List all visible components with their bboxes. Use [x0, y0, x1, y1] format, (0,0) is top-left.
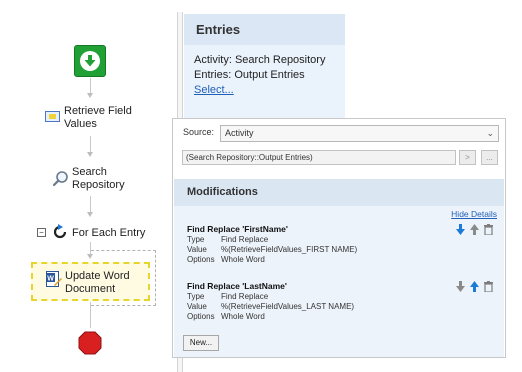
move-down-icon[interactable] [455, 223, 466, 235]
stop-icon[interactable] [78, 331, 102, 360]
options-label: Options [187, 255, 215, 264]
node-label-for-each-entry[interactable]: For Each Entry [72, 227, 162, 240]
options-label: Options [187, 312, 215, 321]
entries-value: Output Entries [234, 69, 305, 81]
modification-item[interactable]: Find Replace 'FirstName' Type Find Replac… [187, 224, 417, 265]
activity-value: Search Repository [234, 54, 326, 66]
options-value: Whole Word [221, 312, 265, 321]
value-value: %(RetrieveFieldValues_FIRST NAME) [221, 245, 358, 254]
activity-label: Activity: [194, 54, 232, 66]
modification-title: Find Replace 'FirstName' [187, 224, 288, 234]
node-label-update-word-document[interactable]: Update Word Document [65, 270, 145, 296]
browse-button[interactable]: ... [481, 150, 498, 165]
options-value: Whole Word [221, 255, 265, 264]
entries-label: Entries: [194, 69, 232, 81]
loop-bracket [91, 305, 156, 306]
delete-icon[interactable] [483, 223, 494, 235]
connector-arrow [87, 254, 93, 259]
value-label: Value [187, 245, 207, 254]
source-label: Source: [183, 127, 215, 137]
source-dropdown[interactable]: Activity ⌄ [220, 125, 499, 142]
modification-title: Find Replace 'LastName' [187, 281, 287, 291]
workflow-canvas: Retrieve Field Values Search Repository … [0, 0, 170, 372]
type-value: Find Replace [221, 235, 269, 244]
value-label: Value [187, 302, 207, 311]
modification-actions [455, 223, 494, 235]
properties-panel: Source: Activity ⌄ (Search Repository::O… [172, 118, 506, 358]
chevron-down-icon: ⌄ [486, 128, 494, 138]
modifications-section: Modifications Hide Details Find Replace … [174, 179, 504, 357]
modification-item[interactable]: Find Replace 'LastName' Type Find Replace… [187, 281, 417, 322]
entries-title: Entries [184, 14, 345, 45]
loop-icon[interactable] [52, 224, 68, 245]
select-link[interactable]: Select... [194, 84, 234, 96]
modification-actions [455, 280, 494, 292]
insert-arrow-button[interactable]: > [459, 150, 476, 165]
collapse-toggle[interactable]: − [37, 228, 46, 237]
connector-arrow [87, 93, 93, 98]
type-label: Type [187, 292, 205, 301]
retrieve-field-values-icon[interactable] [45, 111, 60, 122]
search-icon[interactable] [52, 170, 69, 192]
type-label: Type [187, 235, 205, 244]
connector-arrow [87, 152, 93, 157]
move-up-icon[interactable] [469, 223, 480, 235]
new-modification-button[interactable]: New... [183, 335, 219, 351]
hide-details-link[interactable]: Hide Details [451, 209, 497, 219]
connector-arrow [87, 212, 93, 217]
modifications-title: Modifications [174, 179, 504, 206]
delete-icon[interactable] [483, 280, 494, 292]
move-down-icon[interactable] [455, 280, 466, 292]
loop-bracket [155, 250, 156, 306]
expression-field[interactable]: (Search Repository::Output Entries) [182, 150, 456, 165]
svg-text:W: W [47, 276, 54, 283]
source-selected-value: Activity [225, 128, 254, 138]
loop-bracket [91, 250, 156, 251]
move-up-icon[interactable] [469, 280, 480, 292]
node-label-retrieve-field-values[interactable]: Retrieve Field Values [64, 105, 144, 131]
value-value: %(RetrieveFieldValues_LAST NAME) [221, 302, 355, 311]
type-value: Find Replace [221, 292, 269, 301]
node-label-search-repository[interactable]: Search Repository [72, 166, 142, 192]
start-icon[interactable] [74, 45, 106, 77]
word-document-icon[interactable]: W [46, 271, 62, 287]
entries-panel: Entries Activity: Search Repository Entr… [184, 14, 345, 119]
